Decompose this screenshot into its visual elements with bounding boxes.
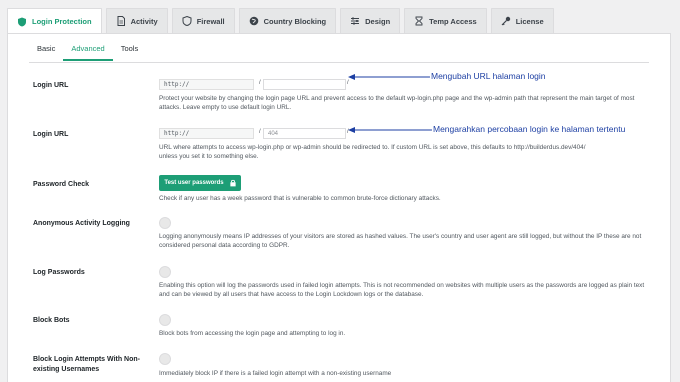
redirect-url-label: Login URL: [33, 131, 69, 138]
block-nonexisting-toggle[interactable]: [159, 353, 171, 365]
annotation-arrow: [348, 127, 432, 133]
tab-label: Temp Access: [429, 16, 477, 26]
anonymous-logging-description: Logging anonymously means IP addresses o…: [159, 233, 642, 249]
url-prefix-text: http://: [164, 130, 190, 137]
tab-label: Login Protection: [32, 17, 92, 26]
subtab-advanced[interactable]: Advanced: [63, 42, 113, 61]
anonymous-logging-label: Anonymous Activity Logging: [33, 220, 130, 227]
tab-label: Activity: [130, 16, 158, 26]
tab-temp-access[interactable]: Temp Access: [404, 8, 487, 33]
url-slash: /: [259, 129, 261, 135]
settings-panel: Basic Advanced Tools Login URL http:// /…: [7, 33, 671, 382]
shield-outline-icon: [182, 16, 192, 26]
subtab-basic[interactable]: Basic: [29, 42, 63, 61]
shield-icon: [18, 17, 26, 26]
subtabs-divider: [29, 62, 649, 63]
login-url-slug-input[interactable]: [263, 79, 346, 90]
redirect-url-prefix-field: http://: [159, 128, 254, 139]
slug-placeholder: 404: [268, 130, 279, 137]
globe-icon: [249, 16, 258, 26]
subtab-tools[interactable]: Tools: [113, 42, 147, 61]
block-bots-toggle[interactable]: [159, 314, 171, 326]
log-passwords-toggle[interactable]: [159, 266, 171, 278]
test-user-passwords-button[interactable]: Test user passwords: [159, 175, 241, 191]
button-label: Test user passwords: [164, 180, 224, 186]
password-check-label: Password Check: [33, 181, 90, 188]
tab-label: Firewall: [196, 16, 225, 26]
tab-design[interactable]: Design: [340, 8, 401, 33]
login-url-label: Login URL: [33, 82, 69, 89]
log-passwords-label: Log Passwords: [33, 269, 85, 276]
key-icon: [501, 16, 510, 26]
annotation-arrow: [348, 74, 430, 80]
tab-firewall[interactable]: Firewall: [171, 8, 235, 33]
block-bots-label: Block Bots: [33, 317, 70, 324]
annotation-redirect-login: Mengarahkan percobaan login ke halaman t…: [433, 124, 626, 134]
url-prefix-text: http://: [164, 81, 190, 88]
tab-label: Design: [365, 16, 391, 26]
tab-activity[interactable]: Activity: [105, 8, 168, 33]
annotation-change-login-url: Mengubah URL halaman login: [431, 71, 546, 81]
block-nonexisting-label: Block Login Attempts With Non-existing U…: [33, 356, 140, 373]
lock-icon: [230, 179, 236, 187]
tab-label: Country Blocking: [263, 16, 327, 26]
sliders-icon: [351, 17, 360, 25]
url-slash: /: [259, 80, 261, 86]
block-bots-description: Block bots from accessing the login page…: [159, 330, 346, 337]
login-url-description: Protect your website by changing the log…: [159, 95, 635, 111]
tab-login-protection[interactable]: Login Protection: [7, 8, 102, 34]
document-icon: [117, 16, 125, 26]
login-url-prefix-field: http://: [159, 79, 254, 90]
sub-tab-bar: Basic Advanced Tools: [29, 42, 146, 61]
log-passwords-description: Enabling this option will log the passwo…: [159, 282, 645, 298]
tab-label: License: [515, 16, 544, 26]
main-tab-bar: Login Protection Activity Firewall Count…: [7, 8, 554, 34]
anonymous-logging-toggle[interactable]: [159, 217, 171, 229]
redirect-url-slug-input[interactable]: 404: [263, 128, 346, 139]
password-check-description: Check if any user has a week password th…: [159, 195, 441, 202]
redirect-url-description: URL where attempts to access wp-login.ph…: [159, 144, 586, 160]
tab-license[interactable]: License: [490, 8, 554, 33]
tab-country-blocking[interactable]: Country Blocking: [238, 8, 337, 33]
hourglass-icon: [415, 16, 423, 26]
block-nonexisting-description: Immediately block IP if there is a faile…: [159, 370, 392, 377]
